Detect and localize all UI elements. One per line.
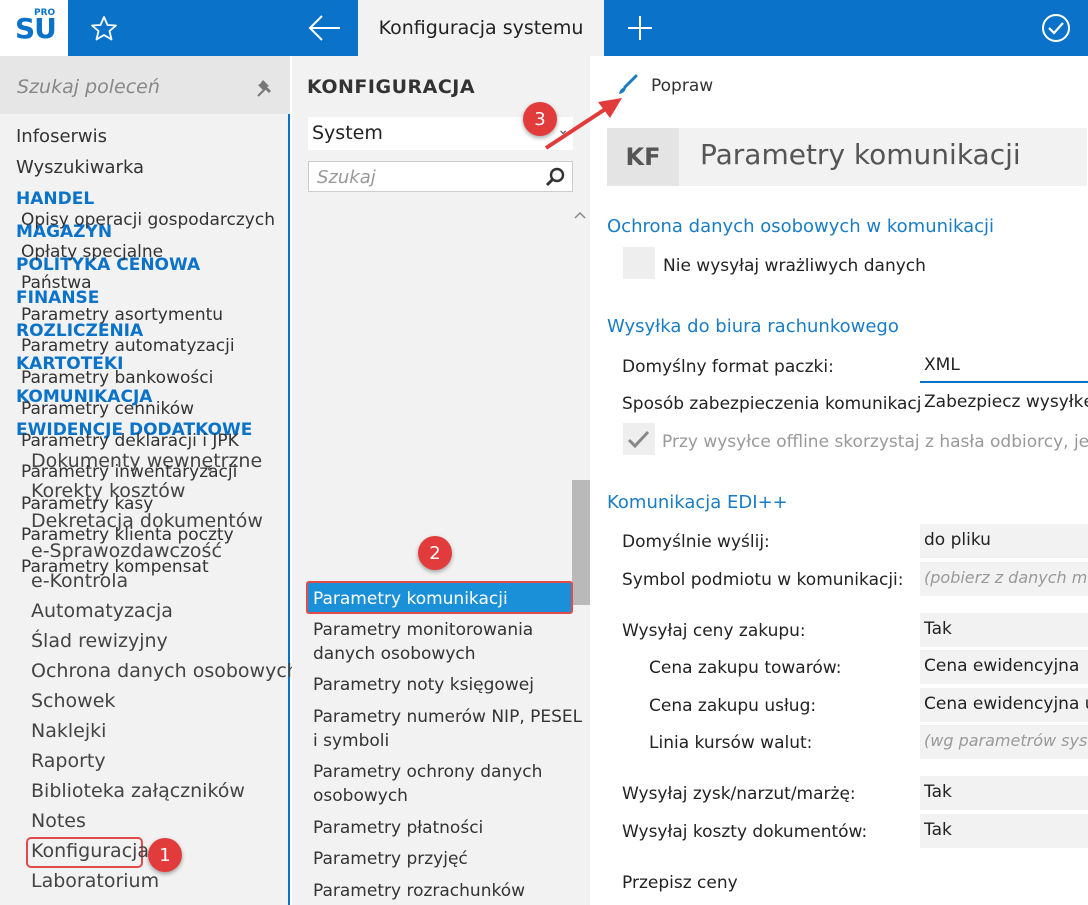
field-label: Wysyłaj koszty dokumentów: <box>622 822 868 842</box>
sidebar-subitem-konfiguracja[interactable]: Konfiguracja <box>31 840 149 862</box>
config-search-placeholder: Szukaj <box>317 167 376 188</box>
send-select[interactable]: do pliku <box>920 524 1088 558</box>
field-label: Symbol podmiotu w komunikacji: <box>622 570 904 590</box>
tab-konfiguracja-systemu[interactable]: Konfiguracja systemu <box>358 0 604 56</box>
list-item-parametry-komunikacji[interactable]: Parametry komunikacji <box>306 581 573 614</box>
field-label: Przepisz ceny <box>622 873 738 893</box>
list-item[interactable]: Parametry automatyzacji <box>21 334 235 358</box>
list-item[interactable]: Państwa <box>21 271 92 295</box>
sidebar-subitem[interactable]: Biblioteka załączników <box>31 780 245 802</box>
page-title: Parametry komunikacji <box>700 138 1021 171</box>
edit-button[interactable]: Popraw <box>651 76 713 96</box>
rates-select[interactable]: (wg parametrów syste <box>920 725 1088 759</box>
list-item[interactable]: Opłaty specjalne <box>21 240 163 264</box>
star-icon[interactable] <box>88 14 120 42</box>
list-item[interactable]: Parametry kasy <box>21 492 153 516</box>
annotation-marker-3: 3 <box>523 102 557 136</box>
list-item-continued: i symboli <box>313 731 390 751</box>
command-search[interactable]: Szukaj poleceń <box>0 56 290 114</box>
arrow-left-icon[interactable] <box>306 14 344 42</box>
config-group-value: System <box>312 122 383 144</box>
sidebar-item-wyszukiwarka[interactable]: Wyszukiwarka <box>16 157 144 178</box>
list-item[interactable]: Parametry klienta poczty <box>21 523 234 547</box>
sidebar-subitem[interactable]: Ochrona danych osobowych <box>31 660 299 682</box>
scroll-up-icon[interactable] <box>574 209 586 221</box>
field-label: Sposób zabezpieczenia komunikacji: <box>622 394 932 414</box>
sidebar-subitem[interactable]: Schowek <box>31 690 115 712</box>
list-item[interactable]: Parametry bankowości <box>21 366 213 390</box>
list-item[interactable]: Opisy operacji gospodarczych <box>21 208 275 232</box>
field-label: Wysyłaj zysk/narzut/marżę: <box>622 784 856 804</box>
list-item[interactable]: Parametry monitorowania <box>313 618 533 642</box>
section-title: Wysyłka do biura rachunkowego <box>607 316 899 337</box>
sidebar-item-handel[interactable]: HANDEL <box>16 189 94 209</box>
profit-select[interactable]: Tak <box>920 776 1088 810</box>
section-title: Komunikacja EDI++ <box>607 492 788 513</box>
sidebar-subitem[interactable]: Ślad rewizyjny <box>31 630 168 652</box>
list-item[interactable]: Parametry asortymentu <box>21 303 223 327</box>
format-select[interactable]: XML <box>920 349 1088 383</box>
sidebar-subitem[interactable]: Raporty <box>31 750 106 772</box>
security-select[interactable]: Zabezpiecz wysyłkę t <box>920 386 1088 420</box>
annotation-marker-1: 1 <box>148 838 182 872</box>
list-item[interactable]: Parametry inwentaryzacji <box>21 460 237 484</box>
offline-password-checkbox[interactable] <box>623 423 655 455</box>
list-item[interactable]: Parametry deklaracji i JPK <box>21 429 239 453</box>
check-circle-icon[interactable] <box>1040 12 1072 44</box>
goods-price-select[interactable]: Cena ewidencyjna <box>920 650 1088 684</box>
command-search-placeholder: Szukaj poleceń <box>17 76 160 98</box>
services-price-select[interactable]: Cena ewidencyjna us <box>920 688 1088 722</box>
pin-icon[interactable] <box>256 78 276 98</box>
brush-icon[interactable] <box>616 73 640 97</box>
sensitive-data-checkbox[interactable] <box>623 247 655 279</box>
sidebar-subitem[interactable]: Automatyzacja <box>31 600 173 622</box>
field-label: Linia kursów walut: <box>649 733 813 753</box>
offline-password-label: Przy wysyłce offline skorzystaj z hasła … <box>662 432 1088 452</box>
list-item[interactable]: Parametry kompensat <box>21 555 209 579</box>
sidebar-item-infoserwis[interactable]: Infoserwis <box>16 126 107 147</box>
sidebar-subitem[interactable]: Laboratorium <box>31 870 159 892</box>
list-item[interactable]: Parametry przyjęć <box>313 847 468 871</box>
config-search-input[interactable]: Szukaj <box>308 161 573 192</box>
prices-select[interactable]: Tak <box>920 613 1088 647</box>
app-logo[interactable]: SU PRO <box>0 0 68 56</box>
magnifier-icon[interactable] <box>544 166 566 188</box>
list-item[interactable]: Parametry noty księgowej <box>313 673 534 697</box>
list-item[interactable]: Parametry ochrony danych <box>313 760 542 784</box>
plus-icon[interactable] <box>624 13 656 43</box>
field-label: Domyślny format paczki: <box>622 357 834 377</box>
sidebar-subitem[interactable]: Notes <box>31 810 86 832</box>
symbol-input[interactable]: (pobierz z danych mo <box>920 562 1088 596</box>
config-panel-title: KONFIGURACJA <box>307 76 476 98</box>
field-label: Domyślnie wyślij: <box>622 532 770 552</box>
list-item[interactable]: Parametry rozrachunków <box>313 879 525 903</box>
list-item-continued: osobowych <box>313 786 408 806</box>
list-item[interactable]: Parametry numerów NIP, PESEL <box>313 705 582 729</box>
logo-badge: PRO <box>34 8 56 18</box>
sidebar-subitem[interactable]: Naklejki <box>31 720 106 742</box>
scrollbar-thumb[interactable] <box>572 480 590 605</box>
list-item[interactable]: Parametry cenników <box>21 397 194 421</box>
sensitive-data-label: Nie wysyłaj wrażliwych danych <box>663 256 926 276</box>
field-label: Wysyłaj ceny zakupu: <box>622 621 806 641</box>
top-bar: SU PRO Konfiguracja systemu <box>0 0 1088 56</box>
list-item-continued: danych osobowych <box>313 644 476 664</box>
list-item[interactable]: Parametry płatności <box>313 816 483 840</box>
costs-select[interactable]: Tak <box>920 814 1088 848</box>
check-icon <box>627 430 650 449</box>
section-title: Ochrona danych osobowych w komunikacji <box>607 216 995 237</box>
annotation-marker-2: 2 <box>418 536 452 570</box>
field-label: Cena zakupu towarów: <box>649 658 842 678</box>
field-label: Cena zakupu usług: <box>649 696 817 716</box>
